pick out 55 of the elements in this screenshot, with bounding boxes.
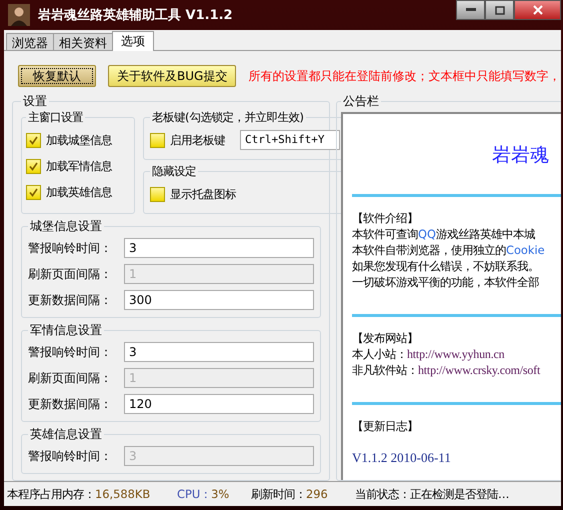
status-value: 3% [211,486,230,500]
link[interactable]: http://www.crsky.com/soft [418,363,540,377]
tab[interactable]: 相关资料 [53,33,113,50]
group-title: 设置 [22,93,48,110]
text: 一切破坏游戏平衡的功能，本软件全部 [352,275,539,289]
window-title: 岩岩魂丝路英雄辅助工具 V1.1.2 [38,7,233,24]
button[interactable]: 关于软件及BUG提交 [108,65,236,87]
link[interactable]: http://www.yyhun.cn [407,347,504,361]
checkbox-label: 加载军情信息 [46,158,112,174]
notice-text: 所有的设置都只能在登陆前修改；文本框中只能填写数字， [248,68,560,84]
group-title: 主窗口设置 [27,110,84,125]
section-heading: 【更新日志】 [352,419,418,433]
input-field[interactable]: 3 [124,342,314,362]
button[interactable]: 恢复默认 [18,65,96,87]
status-label: 刷新时间： [251,486,306,500]
group-title: 老板键(勾选锁定，并立即生效) [151,110,305,125]
field-label: 更新数据间隔： [28,292,113,308]
field-label: 刷新页面间隔： [28,370,113,386]
checkbox-label: 显示托盘图标 [170,186,236,202]
banner-text: 岩岩魂 [492,144,549,166]
text: 如果您发现有什么错误，不妨联系我。 [352,259,539,273]
field-label: 警报响铃时间： [28,240,113,256]
status-label: 当前状态：正在检测是否登陆… [355,486,510,500]
input-field[interactable]: 300 [124,290,314,310]
tab[interactable]: 浏览器 [6,33,54,50]
checkbox-label: 加载城堡信息 [46,132,112,148]
group-title: 军情信息设置 [29,322,103,339]
status-value: 16,588KB [95,486,150,500]
checkbox-label: 启用老板键 [170,132,225,148]
field-label: 更新数据间隔： [28,396,113,412]
tab[interactable]: 选项 [112,31,154,51]
group-title: 隐藏设定 [151,164,197,179]
input-field[interactable]: 3 [124,238,314,258]
section-heading: 【发布网站】 [352,331,418,345]
field-label: 警报响铃时间： [28,344,113,360]
group-title: 英雄信息设置 [29,426,103,443]
checkbox-label: 加载英雄信息 [46,184,112,200]
status-label: CPU： [177,486,212,500]
status-label: 本程序占用内存： [7,486,95,500]
status-value: 296 [306,486,328,500]
text: QQ [418,227,436,241]
text: 本软件可查询 [352,227,418,241]
group-title: 城堡信息设置 [29,218,103,235]
section-heading: 【软件介绍】 [352,211,418,225]
text: 非凡软件站： [352,363,418,377]
text: 本人小站： [352,347,407,361]
version-text: V1.1.2 2010-06-11 [352,450,451,466]
text: Cookie [506,243,545,257]
text: 游戏丝路英雄中本城 [436,227,535,241]
group-title: 公告栏 [342,93,380,110]
input-field[interactable]: 120 [124,394,314,414]
hotkey-field[interactable]: Ctrl+Shift+Y [240,130,340,150]
field-label: 刷新页面间隔： [28,266,113,282]
field-label: 警报响铃时间： [28,448,113,464]
text: 本软件自带浏览器，使用独立的 [352,243,506,257]
